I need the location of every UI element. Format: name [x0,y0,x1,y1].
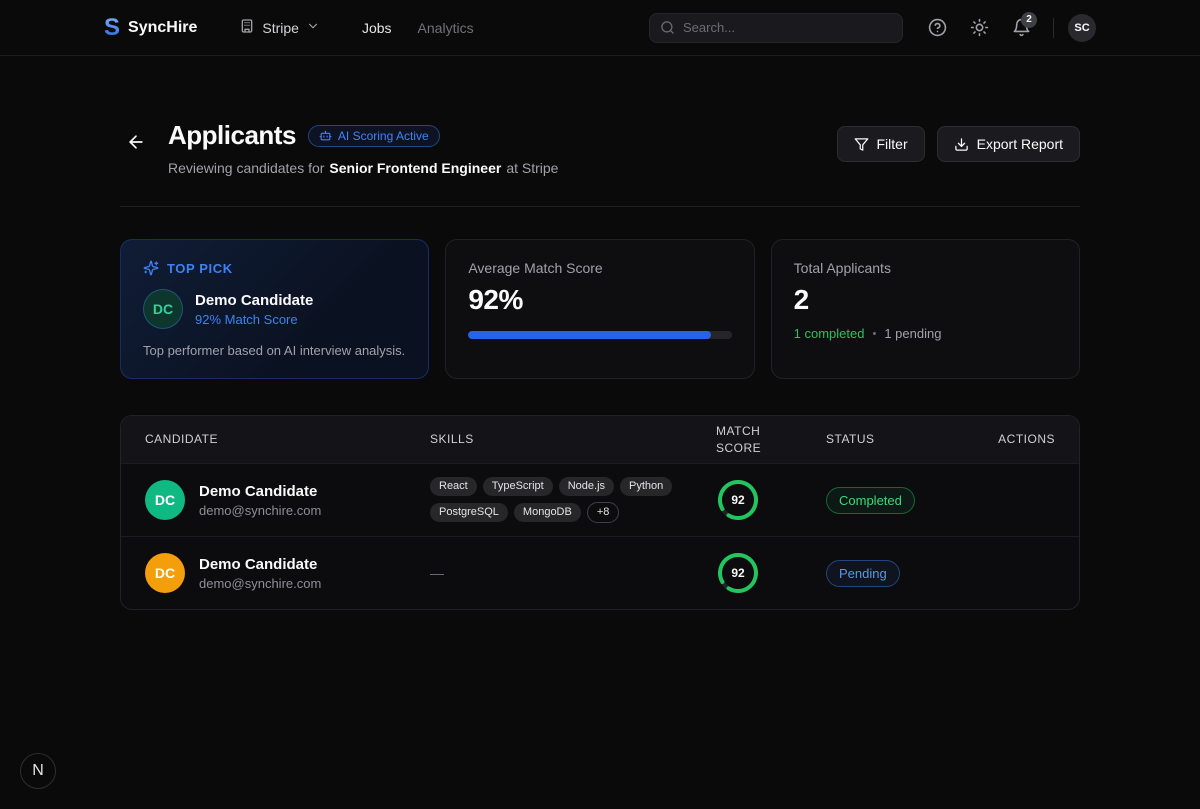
top-pick-label: TOP PICK [167,261,233,276]
subtitle-prefix: Reviewing candidates for [168,160,324,176]
export-button-label: Export Report [977,136,1063,152]
nav-divider [1053,18,1054,38]
sparkles-icon [143,260,159,276]
skill-chip: TypeScript [483,477,553,496]
average-match-card: Average Match Score 92% [445,239,754,379]
stat-cards: TOP PICK DC Demo Candidate 92% Match Sco… [120,239,1080,379]
skill-chip: Python [620,477,672,496]
top-pick-name: Demo Candidate [195,292,313,309]
candidate-avatar: DC [145,553,185,593]
skill-chip: PostgreSQL [430,503,508,522]
notification-count-badge: 2 [1021,12,1037,28]
pending-count: 1 pending [884,326,941,341]
back-button[interactable] [120,126,152,158]
search-icon [660,20,675,35]
match-progress-track [468,331,731,339]
applicants-table: Candidate Skills Match Score Status Acti… [120,415,1080,610]
brand-name: SyncHire [128,19,197,37]
building-icon [239,18,255,37]
subtitle-suffix: at Stripe [506,160,558,176]
nextjs-dev-indicator[interactable]: N [20,753,56,789]
sun-icon [970,18,989,37]
page-subtitle: Reviewing candidates for Senior Frontend… [168,160,558,176]
dot-separator: • [872,328,876,340]
candidate-email: demo@synchire.com [199,503,321,518]
candidate-name: Demo Candidate [199,556,321,573]
table-row[interactable]: DC Demo Candidate demo@synchire.com Reac… [121,463,1079,536]
total-applicants-value: 2 [794,284,1057,316]
synchire-logo-icon: S [104,16,120,40]
skills-empty-placeholder: — [430,565,444,581]
header-divider [120,206,1080,207]
skill-chip: Node.js [559,477,614,496]
nav-link-jobs[interactable]: Jobs [362,20,392,36]
page-title: Applicants [168,120,296,151]
ai-scoring-badge: AI Scoring Active [308,125,440,147]
match-score-value: 92 [716,551,760,595]
main-content: Applicants AI Scoring Active Reviewing c… [120,56,1080,610]
column-header-candidate: Candidate [145,431,430,447]
match-score-ring: 92 [716,551,760,595]
arrow-left-icon [126,132,146,152]
company-name: Stripe [262,20,299,36]
filter-button[interactable]: Filter [837,126,925,162]
match-progress-fill [468,331,710,339]
ai-scoring-badge-label: AI Scoring Active [338,129,429,143]
nav-links: Jobs Analytics [362,20,474,36]
column-header-actions: Actions [990,431,1055,447]
top-nav: S SyncHire Stripe Jobs Analytics [0,0,1200,56]
top-pick-description: Top performer based on AI interview anal… [143,343,406,358]
company-selector[interactable]: Stripe [239,18,320,37]
filter-button-label: Filter [877,136,908,152]
status-badge: Completed [826,487,915,514]
top-pick-score: 92% Match Score [195,312,313,327]
candidate-email: demo@synchire.com [199,576,321,591]
skill-chip: React [430,477,477,496]
skills-list: — [430,565,702,581]
search-box[interactable] [649,13,903,43]
download-icon [954,137,969,152]
status-badge: Pending [826,560,900,587]
export-report-button[interactable]: Export Report [937,126,1080,162]
average-match-label: Average Match Score [468,260,731,276]
theme-toggle-button[interactable] [961,10,997,46]
match-score-ring: 92 [716,478,760,522]
table-row[interactable]: DC Demo Candidate demo@synchire.com — 92 [121,536,1079,609]
notifications-button[interactable]: 2 [1003,10,1039,46]
total-applicants-label: Total Applicants [794,260,1057,276]
page-header: Applicants AI Scoring Active Reviewing c… [120,120,1080,176]
column-header-match-score: Match Score [702,423,762,455]
help-icon [928,18,947,37]
top-pick-card: TOP PICK DC Demo Candidate 92% Match Sco… [120,239,429,379]
total-applicants-card: Total Applicants 2 1 completed • 1 pendi… [771,239,1080,379]
user-avatar[interactable]: SC [1068,14,1096,42]
brand[interactable]: S SyncHire [104,16,197,40]
filter-icon [854,137,869,152]
table-header: Candidate Skills Match Score Status Acti… [121,416,1079,463]
bot-icon [319,129,332,142]
subtitle-job-title: Senior Frontend Engineer [329,160,501,176]
help-button[interactable] [919,10,955,46]
completed-count: 1 completed [794,326,865,341]
nav-link-analytics[interactable]: Analytics [418,20,474,36]
chevron-down-icon [306,19,320,36]
skill-chip: MongoDB [514,503,581,522]
average-match-value: 92% [468,284,731,316]
match-score-value: 92 [716,478,760,522]
top-pick-avatar: DC [143,289,183,329]
candidate-name: Demo Candidate [199,483,321,500]
candidate-avatar: DC [145,480,185,520]
skills-more-chip: +8 [587,502,620,523]
search-input[interactable] [683,20,892,35]
column-header-skills: Skills [430,431,702,447]
column-header-status: Status [810,431,990,447]
skills-list: React TypeScript Node.js Python PostgreS… [430,477,702,523]
